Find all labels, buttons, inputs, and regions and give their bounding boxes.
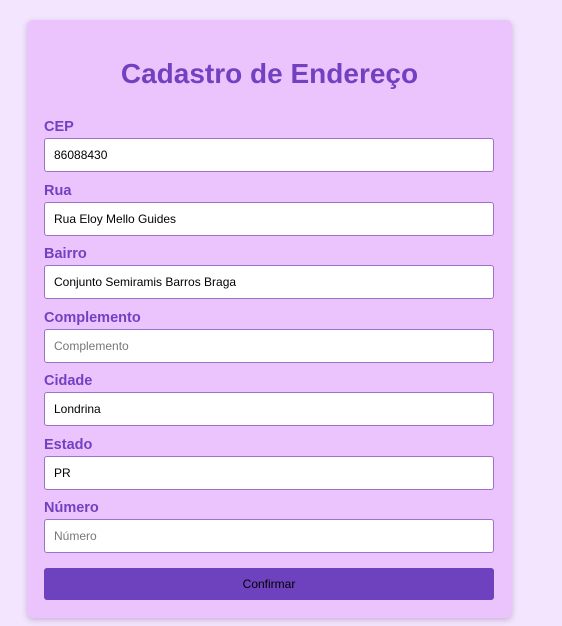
cep-input[interactable]: [44, 138, 494, 172]
form-title: Cadastro de Endereço: [120, 58, 419, 89]
bairro-input[interactable]: [44, 265, 494, 299]
numero-label: Número: [44, 500, 99, 516]
cidade-input[interactable]: [44, 392, 494, 426]
rua-input[interactable]: [44, 201, 494, 236]
confirm-button[interactable]: Confirmar: [44, 568, 494, 600]
estado-input[interactable]: [44, 455, 494, 490]
numero-field-group: Número: [44, 499, 495, 563]
cep-field-group: CEP: [44, 118, 495, 182]
estado-label: Estado: [44, 436, 93, 453]
form-fields: CEP Rua Bairro Complemento Cidade Estado…: [44, 118, 495, 563]
complemento-label: Complemento: [44, 309, 141, 326]
complemento-input[interactable]: [44, 328, 494, 363]
bairro-label: Bairro: [44, 246, 87, 262]
cep-label: CEP: [44, 119, 74, 135]
rua-field-group: Rua: [44, 182, 495, 246]
address-form-card: Cadastro de Endereço CEP Rua Bairro Comp…: [27, 20, 512, 618]
complemento-field-group: Complemento: [44, 309, 495, 373]
cidade-field-group: Cidade: [44, 372, 495, 436]
numero-input[interactable]: [44, 519, 494, 553]
estado-field-group: Estado: [44, 436, 495, 500]
rua-label: Rua: [44, 182, 72, 199]
bairro-field-group: Bairro: [44, 245, 495, 309]
cidade-label: Cidade: [44, 373, 93, 389]
